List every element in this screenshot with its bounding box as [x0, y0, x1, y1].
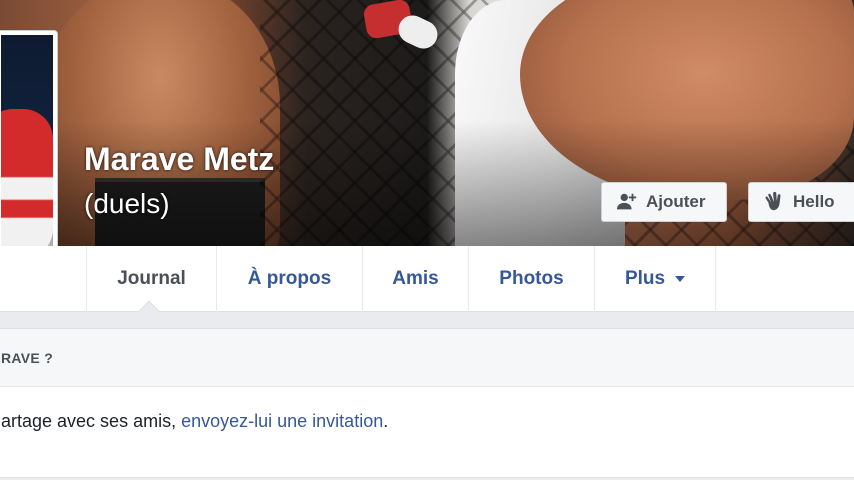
invite-link[interactable]: envoyez-lui une invitation [181, 411, 383, 431]
tab-more-label: Plus [624, 268, 666, 289]
tab-more[interactable]: Plus [594, 246, 716, 312]
add-friend-button[interactable]: Ajouter [601, 182, 727, 222]
wave-hand-icon [765, 191, 781, 211]
caret-down-icon [675, 276, 686, 282]
profile-subname: (duels) [84, 188, 170, 219]
card-body: artage avec ses amis, envoyez-lui une in… [0, 387, 854, 432]
profile-picture-image [1, 35, 53, 281]
hello-button[interactable]: Hello [748, 182, 854, 222]
tab-photos[interactable]: Photos [468, 246, 594, 312]
card-header: RAVE ? [0, 329, 854, 387]
add-friend-icon [616, 193, 637, 210]
tab-friends[interactable]: Amis [362, 246, 468, 312]
card-body-end: . [383, 411, 389, 431]
tab-about[interactable]: À propos [216, 246, 362, 312]
card-body-text: artage avec ses amis, [1, 411, 182, 431]
invite-card: RAVE ? artage avec ses amis, envoyez-lui… [0, 328, 854, 478]
profile-glove [1, 109, 53, 259]
profile-tabs-bar: Journal À propos Amis Photos Plus [0, 246, 854, 312]
add-friend-label: Ajouter [646, 192, 706, 211]
profile-name[interactable]: Marave Metz [84, 141, 274, 178]
hello-label: Hello [793, 192, 835, 211]
